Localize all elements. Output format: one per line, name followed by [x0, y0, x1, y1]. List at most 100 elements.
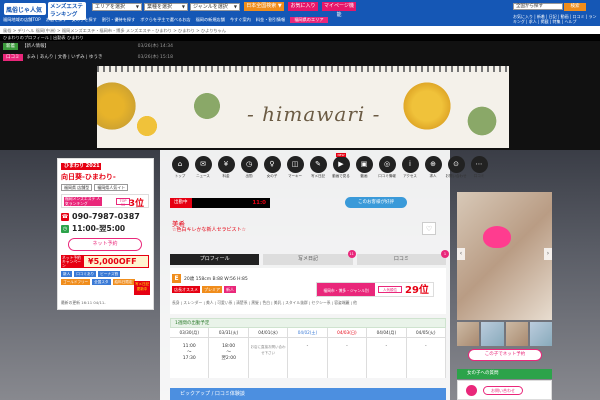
count-badge: 11 [347, 250, 356, 258]
girl-rank-label: 福岡市・博多・ジャンル別 [317, 283, 375, 296]
rank-e-icon: E [172, 274, 181, 283]
tab-profile[interactable]: プロフィール [170, 254, 260, 265]
nav-item[interactable]: 女の子を探す [72, 17, 97, 23]
menu-review-info[interactable]: ◎ 口コミ情報 [377, 156, 397, 182]
menu-reviews[interactable]: ⋯ 口コミ [469, 156, 489, 182]
chevron-left-icon[interactable]: ‹ [457, 248, 465, 260]
campaign-price: ¥5,000OFF [83, 255, 149, 268]
site-select[interactable]: 全国から探す [513, 3, 563, 10]
search-person-icon: ⊙ [447, 156, 465, 173]
play-icon: ▶ [332, 156, 350, 173]
nav-item[interactable]: 割引・優待を探す [102, 17, 136, 23]
genre-select[interactable]: ジャンルを選択 ▼ [190, 3, 240, 11]
girl-icon: ♀ [263, 156, 281, 173]
top-links[interactable]: お気に入り | 新着 | 日記 | 動画 | 口コミ | ランキング | 求人 … [513, 14, 599, 24]
schedule-day: 04/01(水) お店に直接お問い合わせ下さい [248, 328, 289, 378]
shop-hero-title: - himawari - [247, 102, 381, 126]
girl-rank-number: 29位 [405, 285, 429, 296]
shop-rank-box[interactable]: 福岡メンズエステ 人気ランキング TOP 30 3位 [61, 194, 149, 209]
site-logo[interactable]: 風俗じゃ人気 [4, 3, 46, 15]
info-icon: i [401, 156, 419, 173]
girl-photo[interactable]: ‹ › [457, 192, 552, 320]
notice-row[interactable]: 口コミ まみ | あんり | 文香 | いずみ | ゆうき 03/26(木) 15:… [3, 54, 173, 62]
feature-tag[interactable]: 全国スタ [92, 279, 111, 285]
feature-tag[interactable]: ゴールドフリー [61, 279, 91, 285]
menu-marquee[interactable]: ◫ マーキー [285, 156, 305, 182]
breadcrumb[interactable]: 風俗 > デリヘル 福岡(中洲) > 福岡メンズエステ・福岡市・博多 メンズエス… [0, 27, 600, 34]
feature-tag[interactable]: ビーナス割 [98, 271, 121, 277]
photo-thumbnails [457, 322, 552, 346]
profile-tabs: プロフィール 写メ日記 11 口コミ 1 [170, 250, 449, 265]
menu-diary[interactable]: ✎ 写メ日記 [308, 156, 328, 182]
main-nav: 福岡地域の店舗TOP お店を探す 女の子を探す 割引・優待を探す ボクらを乎主で… [0, 15, 505, 25]
nav-item[interactable]: 福岡地域の店舗TOP [3, 17, 41, 23]
area-select[interactable]: エリアを選択 ▼ [92, 3, 142, 11]
tab-reviews[interactable]: 口コミ 1 [356, 250, 449, 265]
nav-item[interactable]: お店を探す [46, 17, 67, 23]
menu-news[interactable]: ✉ ニュース [193, 156, 213, 182]
chevron-right-icon[interactable]: › [544, 248, 552, 260]
industry-select[interactable]: 業種を選択 ▼ [144, 3, 188, 11]
feature-tag[interactable]: 口コミあり [74, 271, 97, 277]
girl-avatar [466, 385, 477, 396]
menu-schedule[interactable]: ◷ 出勤 [239, 156, 259, 182]
net-reserve-button[interactable]: ネット予約 [68, 238, 142, 251]
shop-tag[interactable]: 福岡県 店舗型 [61, 184, 93, 191]
notice-time: 03/26(木) 14:34 [137, 44, 173, 49]
notice-text[interactable]: まみ | あんり | 文香 | いずみ | ゆうき [27, 55, 103, 60]
girl-tags[interactable]: 長身 | スレンダー | 美人 | 可愛い系 | 清楚系 | 黒髪 | 色白 |… [172, 300, 442, 305]
mypage-button[interactable]: マイページ機能 [322, 2, 356, 18]
shop-hours: ◷ 11:00-翌5:00 [61, 224, 126, 233]
contact-pill[interactable]: お問い合わせ [483, 386, 523, 395]
nav-item[interactable]: 福岡の新規店舗 [196, 17, 225, 23]
pickup-reviews-header[interactable]: ピックアップ / 口コミ体験談 [170, 388, 446, 400]
leaf-decoration [457, 96, 507, 146]
photo-thumb[interactable] [481, 322, 504, 346]
favorite-heart-icon[interactable]: ♡ [422, 222, 436, 235]
popular-button[interactable]: このお客様が好評 [345, 197, 407, 208]
notice-tag: 新着 [3, 43, 18, 50]
profile-panel: E 20歳 158cm B:88 W:56 H:85 店長オススメ プレミア 新人… [170, 268, 446, 314]
girl-rank-box[interactable]: 福岡市・博多・ジャンル別 人気順位 29位 [316, 282, 434, 297]
schedule-table: 03/30(月) 11:00 〜 17:30 03/31(火) 18:00 〜 翌2… [170, 328, 446, 378]
menu-video-watch[interactable]: NEW ▶ 動画で見る [331, 153, 351, 182]
photo-thumb[interactable] [529, 322, 552, 346]
girl-reserve-button[interactable]: この子でネット予約 [468, 349, 542, 361]
shop-phone[interactable]: ☎ 090-7987-0387 [61, 212, 153, 221]
nav-item-area[interactable]: 福岡県のエリア [290, 17, 328, 23]
yen-icon: ¥ [217, 156, 235, 173]
tab-diary[interactable]: 写メ日記 11 [263, 250, 356, 265]
menu-girls[interactable]: ♀ 女の子 [262, 156, 282, 182]
heart-mask [483, 226, 511, 248]
shop-name[interactable]: 向日葵-ひまわり- [61, 172, 153, 182]
price-campaign[interactable]: ネット予約 キャンペーン ¥5,000OFF [61, 255, 149, 268]
nav-item[interactable]: ボクらを乎主で選べるお店 [140, 17, 190, 23]
feature-tag[interactable]: 給料日限定 [112, 279, 135, 285]
menu-recruit[interactable]: ⊕ 求人 [423, 156, 443, 182]
schedule-day: 03/31(火) 18:00 〜 翌2:00 [209, 328, 249, 378]
search-button[interactable]: 検索 [564, 3, 586, 11]
menu-top[interactable]: ⌂ トップ [170, 156, 190, 182]
notice-text[interactable]: 【新人情報】 [22, 44, 49, 49]
bookmark-button[interactable]: お気に入り [288, 2, 318, 11]
diary-badge[interactable]: 写メ日記 更新中 [134, 281, 150, 295]
menu-video[interactable]: ▣ 動画 [354, 156, 374, 182]
video-icon: ▣ [355, 156, 373, 173]
menu-contact[interactable]: ⊙ お問い合わせ [446, 156, 467, 182]
notice-row[interactable]: 新着 【新人情報】 03/26(木) 14:34 [3, 43, 173, 51]
nationwide-search-button[interactable]: 日本全国検索 ▼ [244, 2, 284, 11]
menu-price[interactable]: ¥ 料金 [216, 156, 236, 182]
menu-access[interactable]: i アクセス [400, 156, 420, 182]
shop-menu-icons: ⌂ トップ ✉ ニュース ¥ 料金 ◷ 出勤 ♀ 女の子 ◫ マーキー ✎ 写メ日記 NEW ▶… [170, 153, 550, 182]
calendar-spiral [97, 66, 509, 72]
schedule-day: 03/30(月) 11:00 〜 17:30 [170, 328, 210, 378]
nav-item[interactable]: 料金・割引情報 [256, 17, 285, 23]
photo-thumb[interactable] [457, 322, 480, 346]
photo-thumb[interactable] [505, 322, 528, 346]
target-icon: ◎ [378, 156, 396, 173]
nav-item[interactable]: 今すぐ案内 [230, 17, 251, 23]
clock-icon: ◷ [240, 156, 258, 173]
schedule-header: 1週間の出勤予定 [170, 318, 446, 328]
feature-tag[interactable]: 新人 [61, 271, 73, 277]
shop-tag[interactable]: 福岡県人気イト [94, 184, 129, 191]
